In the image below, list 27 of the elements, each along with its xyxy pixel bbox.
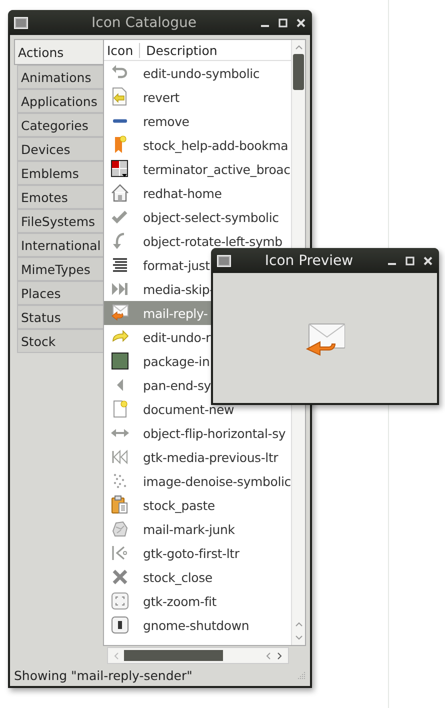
icon-name: object-flip-horizontal-sy <box>143 426 286 440</box>
icon-name: edit-undo-r <box>143 330 211 344</box>
window-title: Icon Preview <box>264 252 354 268</box>
icon-name: terminator_active_broac <box>143 162 290 176</box>
icon-name: redhat-home <box>143 186 222 200</box>
icon-name: package-in <box>143 354 210 368</box>
icon-name: gnome-shutdown <box>143 618 250 632</box>
icon-name: gtk-zoom-fit <box>143 594 217 608</box>
icon-name: gtk-goto-first-ltr <box>143 546 240 560</box>
window-title: Icon Catalogue <box>90 14 198 30</box>
status-text: Showing "mail-reply-sender" <box>14 668 192 682</box>
icon-name: edit-undo-symbolic <box>143 66 260 80</box>
icon-name: media-skip- <box>143 282 214 296</box>
icon-name: revert <box>143 90 180 104</box>
icon-name: gtk-media-previous-ltr <box>143 450 278 464</box>
icon-name: stock_help-add-bookma <box>143 138 288 152</box>
icon-name: pan-end-sy <box>143 378 211 392</box>
icon-name: remove <box>143 114 190 128</box>
icon-name: object-select-symbolic <box>143 210 279 224</box>
icon-name: format-just <box>143 258 210 272</box>
icon-name: object-rotate-left-symb <box>143 234 282 248</box>
icon-name: stock_close <box>143 570 212 584</box>
icon-name: stock_paste <box>143 498 215 512</box>
icon-name: image-denoise-symbolic <box>143 474 291 488</box>
icon-name: document-new <box>143 402 234 416</box>
icon-name: mail-mark-junk <box>143 522 235 536</box>
icon-name: mail-reply- <box>143 306 208 320</box>
